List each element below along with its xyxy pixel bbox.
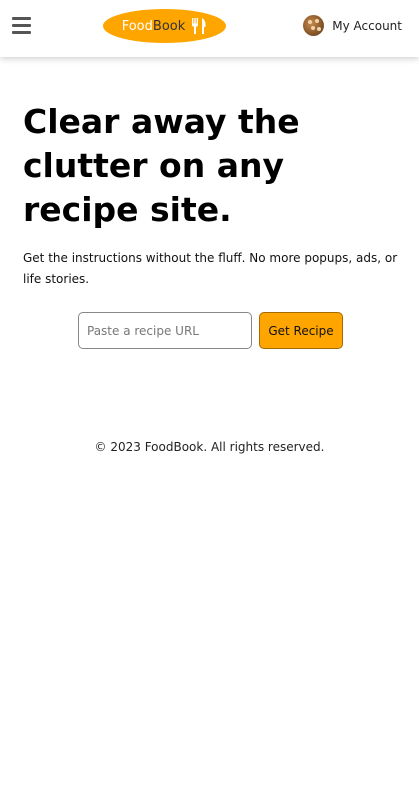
footer-copyright: © 2023 FoodBook. All rights reserved.	[94, 440, 325, 454]
get-recipe-button[interactable]: Get Recipe	[259, 312, 343, 349]
fork-knife-icon	[192, 18, 206, 34]
logo-text-food: Food	[121, 18, 153, 34]
foodbook-logo[interactable]: Food Book	[103, 9, 226, 43]
logo-text-book: Book	[152, 18, 186, 34]
page-subtitle: Get the instructions without the fluff. …	[23, 251, 398, 286]
page-title: Clear away the clutter on any recipe sit…	[23, 102, 300, 229]
hamburger-line	[12, 17, 31, 20]
hamburger-menu-icon[interactable]	[12, 17, 31, 34]
avatar	[303, 15, 325, 36]
my-account-label: My Account	[332, 18, 402, 33]
top-nav-bar: Food Book My Account	[0, 0, 419, 57]
hamburger-line	[12, 31, 31, 34]
my-account-link[interactable]: My Account	[303, 15, 402, 36]
hamburger-line	[12, 24, 31, 27]
recipe-url-input[interactable]	[78, 312, 252, 349]
